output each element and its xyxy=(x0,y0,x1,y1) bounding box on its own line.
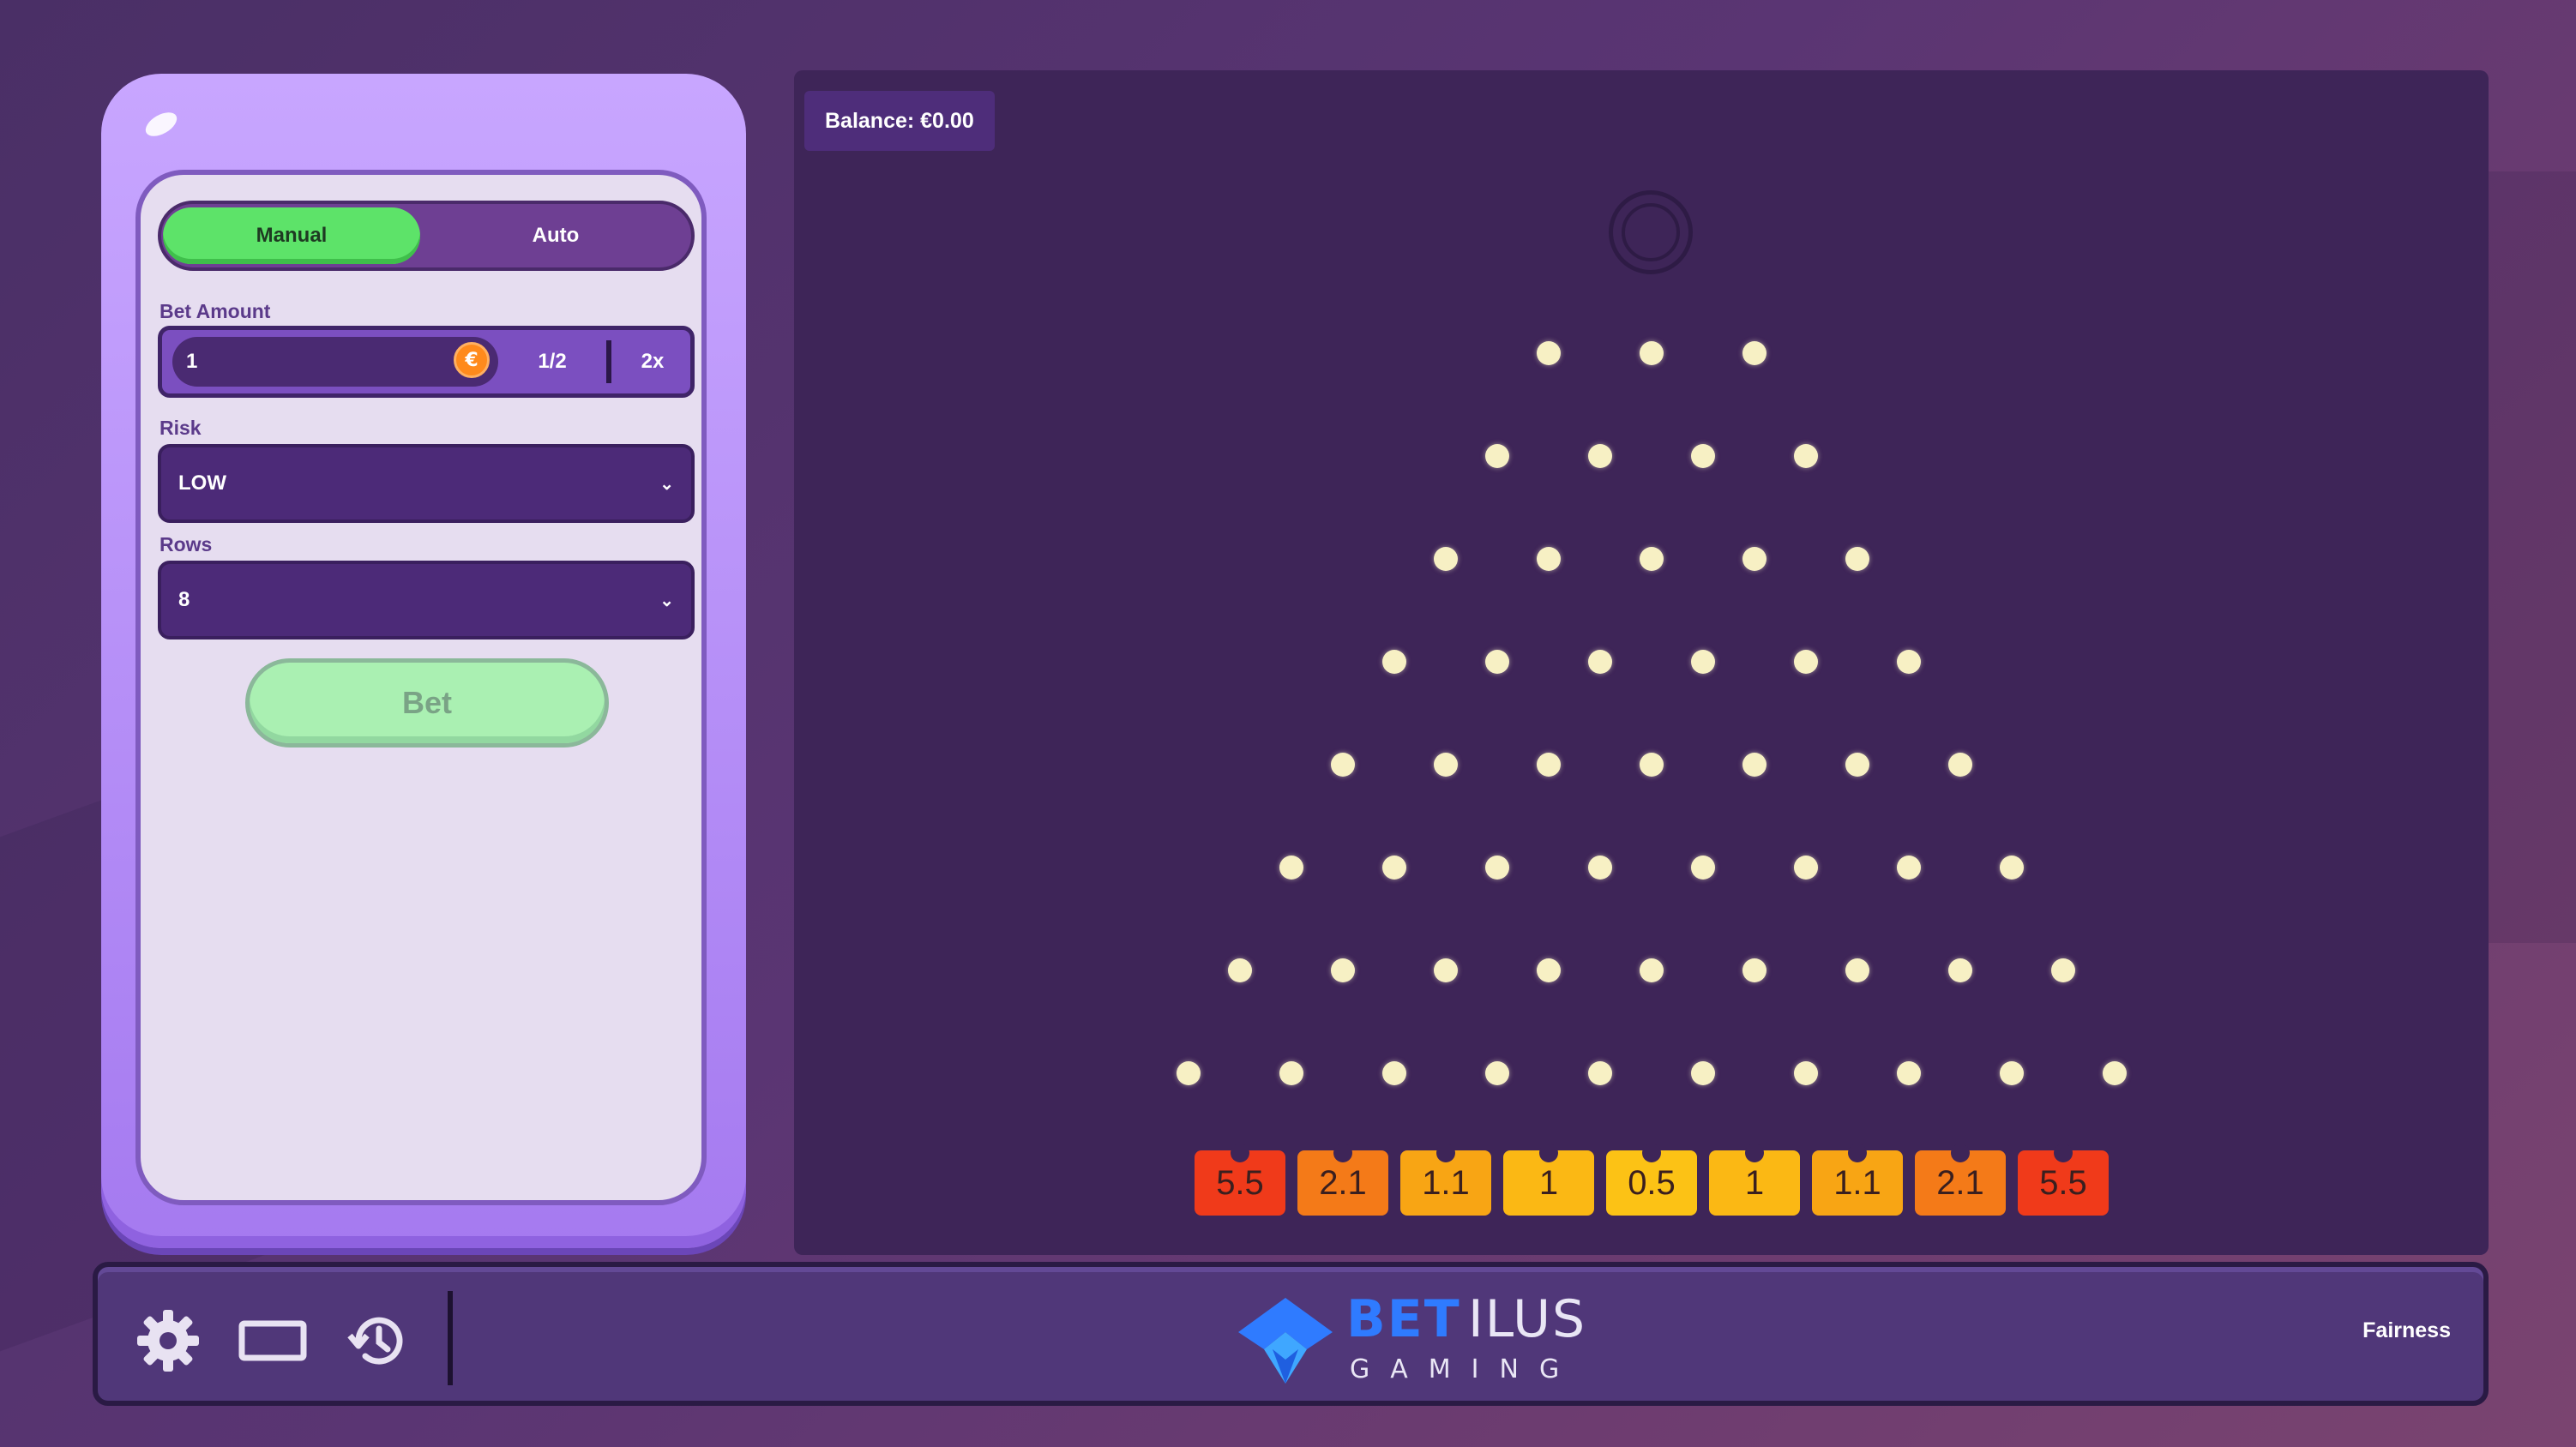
peg xyxy=(1845,547,1869,571)
peg xyxy=(1691,650,1715,674)
fairness-link[interactable]: Fairness xyxy=(2362,1318,2451,1343)
risk-value: LOW xyxy=(178,471,226,495)
brand-ilus-text: ILUS xyxy=(1468,1289,1587,1349)
peg xyxy=(1331,753,1355,777)
brand-bet-text: BET xyxy=(1346,1289,1461,1349)
peg xyxy=(1588,444,1612,468)
multiplier-slot: 0.5 xyxy=(1606,1144,1697,1216)
bet-amount-input[interactable]: 1 xyxy=(172,337,498,387)
peg xyxy=(1279,1061,1303,1085)
balance-display: Balance: €0.00 xyxy=(804,91,995,151)
peg xyxy=(1845,958,1869,982)
half-bet-button[interactable]: 1/2 xyxy=(505,337,599,387)
multiplier-slot: 1.1 xyxy=(1400,1144,1491,1216)
multiplier-slot: 1 xyxy=(1709,1144,1800,1216)
peg xyxy=(1691,444,1715,468)
amount-divider xyxy=(606,340,611,383)
peg xyxy=(1794,444,1818,468)
peg xyxy=(1640,958,1664,982)
peg xyxy=(1485,444,1509,468)
peg xyxy=(1691,1061,1715,1085)
toolbar-divider xyxy=(448,1291,453,1385)
screen-icon[interactable] xyxy=(238,1306,307,1375)
peg xyxy=(1279,856,1303,880)
peg xyxy=(1742,341,1766,365)
chevron-down-icon: ⌄ xyxy=(659,475,674,494)
bet-control-panel: Manual Auto Bet Amount 1 € 1/2 2x Risk L… xyxy=(101,74,746,1248)
peg xyxy=(1845,753,1869,777)
risk-label: Risk xyxy=(159,417,202,439)
peg xyxy=(1640,547,1664,571)
multiplier-slot: 5.5 xyxy=(1195,1144,1285,1216)
peg xyxy=(1897,1061,1921,1085)
peg xyxy=(1537,958,1561,982)
euro-icon: € xyxy=(454,342,490,378)
peg xyxy=(2000,856,2024,880)
peg xyxy=(1177,1061,1201,1085)
history-icon[interactable] xyxy=(343,1306,412,1375)
peg xyxy=(1434,753,1458,777)
bet-button[interactable]: Bet xyxy=(245,658,609,748)
double-bet-button[interactable]: 2x xyxy=(617,337,689,387)
peg xyxy=(1434,958,1458,982)
bet-amount-label: Bet Amount xyxy=(159,300,271,322)
rows-select[interactable]: 8 ⌄ xyxy=(158,561,695,639)
peg xyxy=(1537,547,1561,571)
panel-inner: Manual Auto Bet Amount 1 € 1/2 2x Risk L… xyxy=(135,170,707,1205)
peg xyxy=(1331,958,1355,982)
risk-select[interactable]: LOW ⌄ xyxy=(158,444,695,523)
peg xyxy=(1897,650,1921,674)
multiplier-slot: 2.1 xyxy=(1297,1144,1388,1216)
auto-mode-button[interactable]: Auto xyxy=(427,207,684,264)
peg xyxy=(1794,650,1818,674)
peg xyxy=(1485,1061,1509,1085)
peg xyxy=(1640,341,1664,365)
peg xyxy=(1742,958,1766,982)
peg xyxy=(1434,547,1458,571)
peg xyxy=(1537,753,1561,777)
peg xyxy=(1948,753,1972,777)
bet-amount-field: 1 € 1/2 2x xyxy=(158,326,695,398)
peg xyxy=(1948,958,1972,982)
peg xyxy=(1228,958,1252,982)
peg xyxy=(1485,650,1509,674)
background-decoration xyxy=(2487,171,2576,943)
rows-label: Rows xyxy=(159,533,213,555)
peg xyxy=(1382,856,1406,880)
peg xyxy=(1588,650,1612,674)
betilus-logo: BET ILUS GAMING xyxy=(1238,1289,1616,1389)
rows-value: 8 xyxy=(178,588,190,611)
peg xyxy=(1640,753,1664,777)
multiplier-slot: 1.1 xyxy=(1812,1144,1903,1216)
gear-icon[interactable] xyxy=(134,1306,202,1375)
peg xyxy=(1485,856,1509,880)
peg xyxy=(1742,547,1766,571)
peg xyxy=(1588,1061,1612,1085)
peg xyxy=(1588,856,1612,880)
peg xyxy=(1742,753,1766,777)
manual-mode-button[interactable]: Manual xyxy=(163,207,420,264)
peg xyxy=(1691,856,1715,880)
ball-drop-ring xyxy=(1609,190,1693,274)
peg xyxy=(2103,1061,2127,1085)
peg xyxy=(1897,856,1921,880)
plinko-board: Balance: €0.00 5.5 2.1 1.1 1 0.5 1 1.1 2.1 5.5 xyxy=(794,70,2489,1255)
peg xyxy=(2051,958,2075,982)
multiplier-slot: 2.1 xyxy=(1915,1144,2006,1216)
peg xyxy=(1382,1061,1406,1085)
panel-shine xyxy=(141,107,181,141)
peg xyxy=(1794,1061,1818,1085)
bottom-toolbar: BET ILUS GAMING Fairness xyxy=(93,1262,2489,1406)
logo-mark-icon xyxy=(1238,1298,1333,1384)
multiplier-slot: 1 xyxy=(1503,1144,1594,1216)
peg xyxy=(1794,856,1818,880)
peg xyxy=(1537,341,1561,365)
mode-toggle: Manual Auto xyxy=(158,201,695,271)
chevron-down-icon: ⌄ xyxy=(659,591,674,610)
peg xyxy=(2000,1061,2024,1085)
brand-gaming-text: GAMING xyxy=(1350,1354,1580,1384)
multiplier-slot: 5.5 xyxy=(2018,1144,2109,1216)
peg xyxy=(1382,650,1406,674)
